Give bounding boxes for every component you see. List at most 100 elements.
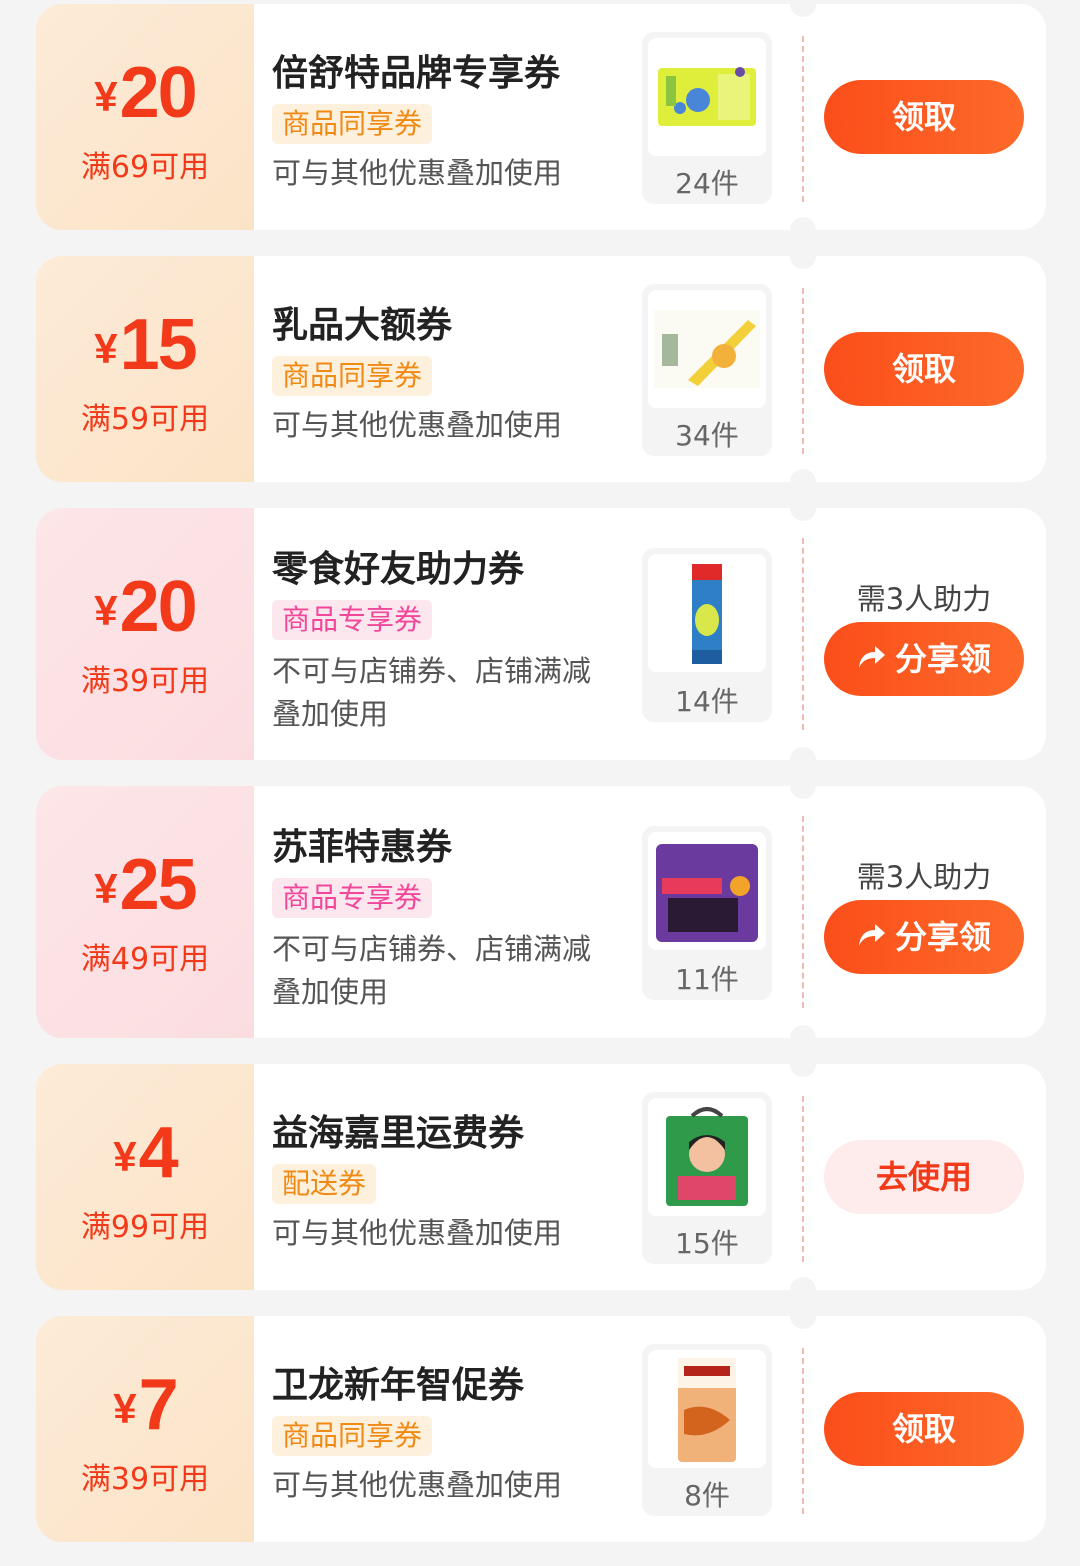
coupon-condition: 满39可用 (80, 664, 210, 699)
product-image (648, 554, 766, 672)
product-image (648, 1098, 766, 1216)
product-count: 34件 (675, 419, 739, 452)
coupon-amount: ¥20 (36, 52, 254, 134)
dashed-divider (802, 288, 804, 454)
share-claim-button[interactable]: 分享领 (824, 622, 1024, 696)
coupon-card: ¥25 满49可用 苏菲特惠券 商品专享券 不可与店铺券、店铺满减 叠加使用 1… (36, 786, 1046, 1038)
coupon-value-panel: ¥20 满39可用 (36, 508, 254, 760)
coupon-condition: 满49可用 (80, 942, 210, 977)
notch (790, 786, 816, 799)
coupon-tag: 商品专享券 (272, 878, 433, 918)
coupon-title: 卫龙新年智促券 (272, 1365, 525, 1406)
coupon-condition: 满59可用 (80, 402, 210, 437)
help-requirement: 需3人助力 (856, 582, 992, 616)
coupon-title: 倍舒特品牌专享券 (272, 53, 561, 94)
currency-symbol: ¥ (94, 587, 118, 634)
share-claim-label: 分享领 (894, 918, 991, 956)
coupon-value-panel: ¥7 满39可用 (36, 1316, 254, 1542)
coupon-amount: ¥7 (36, 1364, 254, 1446)
notch (790, 1316, 816, 1329)
coupon-value-panel: ¥20 满69可用 (36, 4, 254, 230)
currency-symbol: ¥ (94, 73, 118, 120)
coupon-title: 乳品大额券 (272, 305, 453, 346)
currency-symbol: ¥ (113, 1133, 137, 1180)
amount-value: 20 (119, 53, 198, 133)
share-arrow-icon (857, 900, 887, 974)
product-image (648, 832, 766, 950)
notch (790, 508, 816, 521)
coupon-title: 益海嘉里运费券 (272, 1113, 525, 1154)
coupon-title: 苏菲特惠券 (272, 827, 453, 868)
dashed-divider (802, 1348, 804, 1514)
coupon-amount: ¥15 (36, 304, 254, 386)
amount-value: 7 (138, 1365, 179, 1445)
coupon-value-panel: ¥4 满99可用 (36, 1064, 254, 1290)
coupon-card: ¥15 满59可用 乳品大额券 商品同享券 可与其他优惠叠加使用 34件 领取 (36, 256, 1046, 482)
dashed-divider (802, 538, 804, 730)
coupon-tag: 配送券 (272, 1164, 377, 1204)
coupon-title: 零食好友助力券 (272, 549, 525, 590)
notch (790, 1064, 816, 1077)
claim-button[interactable]: 领取 (824, 1392, 1024, 1466)
notch (790, 1277, 816, 1290)
coupon-tag: 商品同享券 (272, 356, 433, 396)
coupon-description-line1: 不可与店铺券、店铺满减 (272, 932, 592, 966)
coupon-tag: 商品同享券 (272, 104, 433, 144)
coupon-amount: ¥4 (36, 1112, 254, 1194)
product-image (648, 38, 766, 156)
coupon-condition: 满99可用 (80, 1210, 210, 1245)
claim-button[interactable]: 领取 (824, 80, 1024, 154)
help-requirement: 需3人助力 (856, 860, 992, 894)
coupon-card: ¥7 满39可用 卫龙新年智促券 商品同享券 可与其他优惠叠加使用 8件 领取 (36, 1316, 1046, 1542)
dashed-divider (802, 1096, 804, 1262)
coupon-description: 可与其他优惠叠加使用 (272, 1468, 563, 1502)
coupon-description-line2: 叠加使用 (272, 975, 389, 1009)
product-preview[interactable]: 8件 (642, 1344, 772, 1516)
coupon-card: ¥4 满99可用 益海嘉里运费券 配送券 可与其他优惠叠加使用 15件 去使用 (36, 1064, 1046, 1290)
product-preview[interactable]: 11件 (642, 826, 772, 1000)
share-arrow-icon (857, 622, 887, 696)
product-image (648, 290, 766, 408)
product-preview[interactable]: 34件 (642, 284, 772, 456)
notch (790, 747, 816, 760)
coupon-description: 可与其他优惠叠加使用 (272, 1216, 563, 1250)
product-preview[interactable]: 15件 (642, 1092, 772, 1264)
coupon-card: ¥20 满39可用 零食好友助力券 商品专享券 不可与店铺券、店铺满减 叠加使用… (36, 508, 1046, 760)
dashed-divider (802, 816, 804, 1008)
product-image (648, 1350, 766, 1468)
product-count: 8件 (684, 1479, 730, 1512)
claim-button[interactable]: 领取 (824, 332, 1024, 406)
coupon-value-panel: ¥25 满49可用 (36, 786, 254, 1038)
notch (790, 1025, 816, 1038)
product-preview[interactable]: 14件 (642, 548, 772, 722)
amount-value: 20 (119, 567, 198, 647)
share-claim-button[interactable]: 分享领 (824, 900, 1024, 974)
currency-symbol: ¥ (113, 1385, 137, 1432)
currency-symbol: ¥ (94, 325, 118, 372)
product-count: 24件 (675, 167, 739, 200)
product-count: 11件 (675, 963, 739, 996)
coupon-description: 可与其他优惠叠加使用 (272, 156, 563, 190)
product-count: 14件 (675, 685, 739, 718)
product-preview[interactable]: 24件 (642, 32, 772, 204)
coupon-tag: 商品同享券 (272, 1416, 433, 1456)
coupon-card: ¥20 满69可用 倍舒特品牌专享券 商品同享券 可与其他优惠叠加使用 24件 … (36, 4, 1046, 230)
currency-symbol: ¥ (94, 865, 118, 912)
use-button[interactable]: 去使用 (824, 1140, 1024, 1214)
amount-value: 15 (119, 305, 198, 385)
coupon-amount: ¥20 (36, 566, 254, 648)
notch (790, 217, 816, 230)
coupon-condition: 满69可用 (80, 150, 210, 185)
coupon-description-line2: 叠加使用 (272, 697, 389, 731)
share-claim-label: 分享领 (894, 640, 991, 678)
coupon-amount: ¥25 (36, 844, 254, 926)
product-count: 15件 (675, 1227, 739, 1260)
amount-value: 4 (138, 1113, 179, 1193)
notch (790, 256, 816, 269)
notch (790, 469, 816, 482)
coupon-description: 可与其他优惠叠加使用 (272, 408, 563, 442)
notch (790, 4, 816, 17)
coupon-tag: 商品专享券 (272, 600, 433, 640)
coupon-value-panel: ¥15 满59可用 (36, 256, 254, 482)
amount-value: 25 (119, 845, 198, 925)
